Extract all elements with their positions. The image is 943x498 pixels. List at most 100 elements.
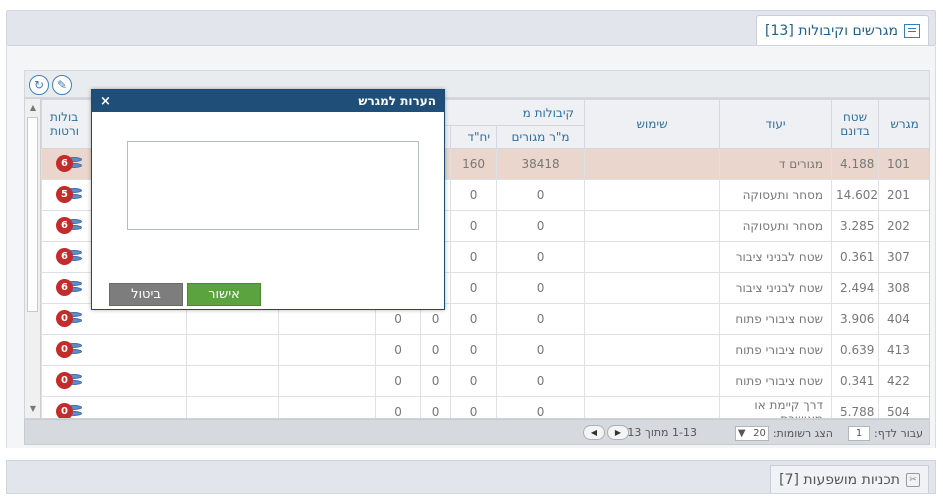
cell-area[interactable]: 4.188 bbox=[831, 148, 880, 180]
cell-c4[interactable] bbox=[185, 396, 280, 418]
paperclip-icon: ✂ bbox=[906, 472, 920, 487]
cell-residential-sqm[interactable]: 0 bbox=[496, 365, 586, 397]
cell-units[interactable]: 0 bbox=[450, 241, 498, 273]
cell-area[interactable]: 5.788 bbox=[831, 396, 880, 418]
col-header-units[interactable]: יח"ד bbox=[450, 125, 498, 149]
cell-plot[interactable]: 101 bbox=[878, 148, 929, 180]
cell-designation[interactable]: שטח ציבורי פתוח bbox=[719, 365, 833, 397]
cell-residential-sqm[interactable]: 0 bbox=[496, 334, 586, 366]
table-row[interactable]: 422 0.341 שטח ציבורי פתוח 0 0 0 0 0 bbox=[41, 365, 929, 397]
confirm-button[interactable]: אישור bbox=[187, 283, 261, 306]
cell-designation[interactable]: מגורים ד bbox=[719, 148, 833, 180]
cell-c2[interactable]: 0 bbox=[375, 396, 422, 418]
page-input[interactable]: 1 bbox=[848, 426, 871, 441]
cell-c4[interactable] bbox=[185, 334, 280, 366]
cell-plot[interactable]: 308 bbox=[878, 272, 929, 304]
cell-units[interactable]: 0 bbox=[450, 210, 498, 242]
cell-c1[interactable]: 0 bbox=[420, 396, 452, 418]
count-badge: 6 bbox=[56, 279, 73, 296]
cell-residential-sqm[interactable]: 38418 bbox=[496, 148, 586, 180]
cell-c1[interactable]: 0 bbox=[420, 334, 452, 366]
cell-residential-sqm[interactable]: 0 bbox=[496, 396, 586, 418]
cell-residential-sqm[interactable]: 0 bbox=[496, 303, 586, 335]
cell-area[interactable]: 0.361 bbox=[831, 241, 880, 273]
plot-notes-dialog: הערות למגרש × אישור ביטול bbox=[91, 89, 445, 310]
cell-plot[interactable]: 413 bbox=[878, 334, 929, 366]
cell-capacities[interactable]: 0 bbox=[41, 396, 187, 418]
cell-designation[interactable]: מסחר ותעסוקה bbox=[719, 179, 833, 211]
cell-units[interactable]: 0 bbox=[450, 365, 498, 397]
dialog-titlebar: הערות למגרש × bbox=[92, 90, 444, 112]
cell-c3[interactable] bbox=[278, 396, 377, 418]
cell-capacities[interactable]: 0 bbox=[41, 365, 187, 397]
cell-plot[interactable]: 422 bbox=[878, 365, 929, 397]
table-row[interactable]: 413 0.639 שטח ציבורי פתוח 0 0 0 0 0 bbox=[41, 334, 929, 366]
cell-residential-sqm[interactable]: 0 bbox=[496, 272, 586, 304]
table-icon bbox=[904, 23, 920, 38]
cell-plot[interactable]: 201 bbox=[878, 179, 929, 211]
cell-use[interactable] bbox=[584, 241, 721, 273]
col-header-use[interactable]: שימוש bbox=[584, 99, 721, 149]
col-header-area[interactable]: שטח בדונם bbox=[831, 99, 880, 149]
table-row[interactable]: 504 5.788 דרך קיימת או מאושרת 0 0 0 0 0 bbox=[41, 396, 929, 418]
cell-units[interactable]: 160 bbox=[450, 148, 498, 180]
close-icon[interactable]: × bbox=[100, 94, 111, 109]
cell-units[interactable]: 0 bbox=[450, 303, 498, 335]
cell-capacities[interactable]: 0 bbox=[41, 334, 187, 366]
cancel-button[interactable]: ביטול bbox=[109, 283, 183, 306]
col-header-plot[interactable]: מגרש bbox=[878, 99, 929, 149]
cell-area[interactable]: 3.906 bbox=[831, 303, 880, 335]
cell-c1[interactable]: 0 bbox=[420, 365, 452, 397]
scroll-down-icon[interactable]: ▼ bbox=[25, 400, 41, 416]
cell-area[interactable]: 2.494 bbox=[831, 272, 880, 304]
scroll-up-icon[interactable]: ▲ bbox=[25, 99, 41, 115]
cell-units[interactable]: 0 bbox=[450, 272, 498, 304]
cell-c3[interactable] bbox=[278, 365, 377, 397]
vertical-scrollbar[interactable]: ▲ ▼ bbox=[25, 99, 41, 418]
panel-tab-plots[interactable]: מגרשים וקיבולות [13] bbox=[756, 15, 929, 45]
cell-plot[interactable]: 504 bbox=[878, 396, 929, 418]
cell-plot[interactable]: 202 bbox=[878, 210, 929, 242]
cell-area[interactable]: 0.639 bbox=[831, 334, 880, 366]
cell-c4[interactable] bbox=[185, 365, 280, 397]
cell-designation[interactable]: מסחר ותעסוקה bbox=[719, 210, 833, 242]
cell-units[interactable]: 0 bbox=[450, 334, 498, 366]
per-page-select[interactable]: ▼ 20 bbox=[734, 426, 769, 441]
cell-residential-sqm[interactable]: 0 bbox=[496, 210, 586, 242]
cell-c2[interactable]: 0 bbox=[375, 334, 422, 366]
cell-units[interactable]: 0 bbox=[450, 179, 498, 211]
cell-use[interactable] bbox=[584, 334, 721, 366]
col-header-designation[interactable]: יעוד bbox=[719, 99, 833, 149]
cell-designation[interactable]: שטח לבניני ציבור bbox=[719, 241, 833, 273]
cell-use[interactable] bbox=[584, 148, 721, 180]
cell-area[interactable]: 14.602 bbox=[831, 179, 880, 211]
prev-page-icon[interactable]: ◀ bbox=[583, 425, 605, 440]
panel-header: מגרשים וקיבולות [13] bbox=[6, 10, 936, 46]
cell-use[interactable] bbox=[584, 210, 721, 242]
panel-tab-affected-plans[interactable]: ✂ תכניות מושפעות [7] bbox=[770, 465, 929, 493]
cell-residential-sqm[interactable]: 0 bbox=[496, 179, 586, 211]
scroll-thumb[interactable] bbox=[27, 117, 38, 312]
cell-use[interactable] bbox=[584, 272, 721, 304]
cell-c3[interactable] bbox=[278, 334, 377, 366]
cell-area[interactable]: 0.341 bbox=[831, 365, 880, 397]
cell-residential-sqm[interactable]: 0 bbox=[496, 241, 586, 273]
refresh-icon[interactable]: ↻ bbox=[29, 75, 49, 95]
cell-units[interactable]: 0 bbox=[450, 396, 498, 418]
cell-use[interactable] bbox=[584, 396, 721, 418]
cell-plot[interactable]: 404 bbox=[878, 303, 929, 335]
cell-use[interactable] bbox=[584, 303, 721, 335]
cell-c2[interactable]: 0 bbox=[375, 365, 422, 397]
cell-plot[interactable]: 307 bbox=[878, 241, 929, 273]
cell-designation[interactable]: שטח ציבורי פתוח bbox=[719, 334, 833, 366]
cell-designation[interactable]: שטח ציבורי פתוח bbox=[719, 303, 833, 335]
cell-designation[interactable]: שטח לבניני ציבור bbox=[719, 272, 833, 304]
cell-designation[interactable]: דרך קיימת או מאושרת bbox=[719, 396, 833, 418]
notes-textarea[interactable] bbox=[127, 141, 419, 230]
cell-use[interactable] bbox=[584, 365, 721, 397]
cell-use[interactable] bbox=[584, 179, 721, 211]
pencil-icon[interactable]: ✎ bbox=[52, 75, 72, 95]
col-header-residential-sqm[interactable]: מ"ר מגורים bbox=[496, 125, 586, 149]
next-page-icon[interactable]: ▶ bbox=[607, 425, 629, 440]
cell-area[interactable]: 3.285 bbox=[831, 210, 880, 242]
